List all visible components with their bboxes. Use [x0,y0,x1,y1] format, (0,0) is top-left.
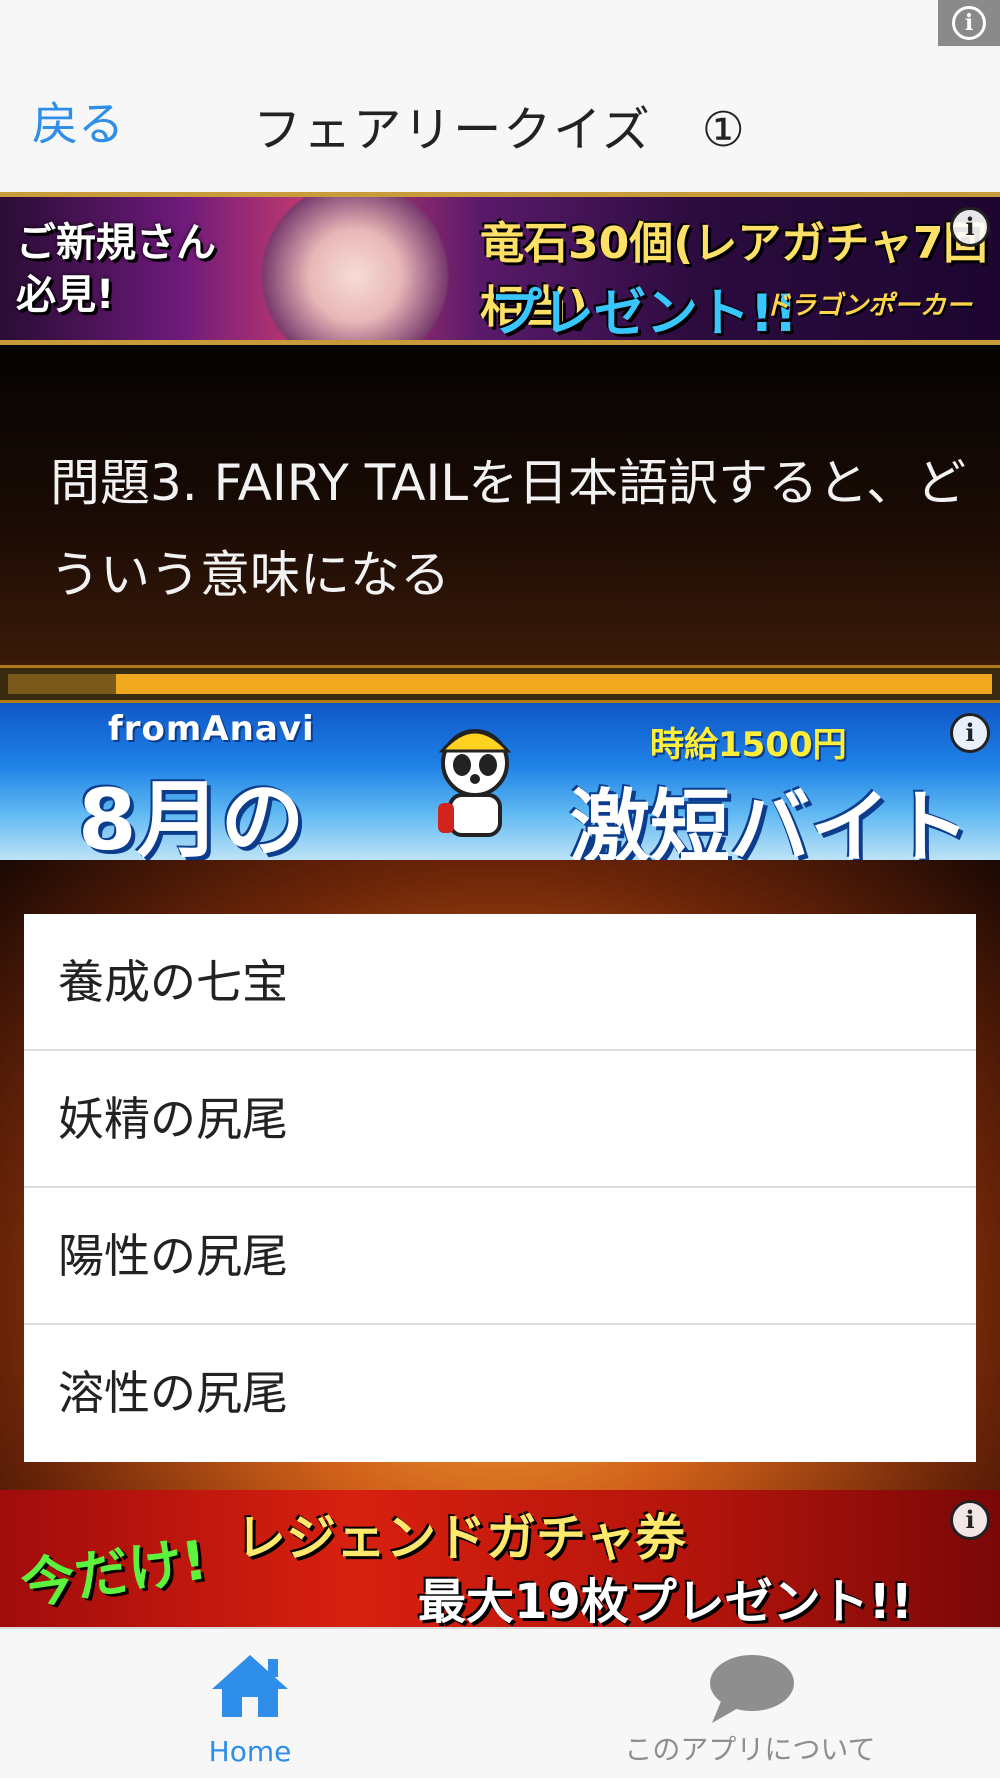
ad-bottom-title: レジェンドガチャ券 [236,1509,686,1567]
answer-option-4[interactable]: 溶性の尻尾 [24,1325,976,1462]
banner-ad-middle[interactable]: fromAnavi 8月の 時給1500円 激短バイト i [0,703,1000,860]
page-title: フェアリークイズ ① [253,102,747,158]
panda-mascot-icon [438,729,512,837]
tab-home-label: Home [208,1735,292,1768]
answer-option-3[interactable]: 陽性の尻尾 [24,1188,976,1325]
ad-character-image [250,197,460,340]
navigation-bar: 戻る フェアリークイズ ① [0,0,1000,192]
banner-ad-top[interactable]: ご新規さん必見! 竜石30個(レアガチャ7回相当) プレゼント!! ドラゴンポー… [0,192,1000,345]
speech-bubble-icon [710,1655,794,1723]
home-icon [212,1655,288,1717]
question-text: 問題3. FAIRY TAILを日本語訳すると、どういう意味になる [50,454,967,604]
ad-middle-big-left: 8月の [78,771,305,860]
ad-bottom-now: 今だけ! [17,1528,211,1617]
ad-top-left-text: ご新規さん必見! [16,220,216,318]
tab-about[interactable]: このアプリについて [500,1629,1000,1778]
answer-list: 養成の七宝 妖精の尻尾 陽性の尻尾 溶性の尻尾 [24,914,976,1462]
ad-middle-wage: 時給1500円 [650,725,847,765]
ad-bottom-sub: 最大19枚プレゼント!! [418,1574,913,1627]
ad-info-icon[interactable]: i [950,713,990,753]
ad-top-brand: ドラゴンポーカー [763,291,972,321]
answer-option-1[interactable]: 養成の七宝 [24,914,976,1051]
banner-ad-bottom[interactable]: 今だけ! レジェンドガチャ券 最大19枚プレゼント!! i [0,1490,1000,1627]
info-icon: i [952,6,986,40]
ad-info-icon[interactable]: i [950,207,990,247]
ad-info-icon[interactable]: i [950,1500,990,1540]
answer-option-2[interactable]: 妖精の尻尾 [24,1051,976,1188]
timer-bar [0,665,1000,703]
ad-middle-big-right: 激短バイト [570,781,970,860]
tab-about-label: このアプリについて [624,1733,876,1766]
tab-home[interactable]: Home [0,1629,500,1778]
ad-middle-brand: fromAnavi [108,709,315,749]
question-panel: 問題3. FAIRY TAILを日本語訳すると、どういう意味になる [0,345,1000,665]
top-info-badge[interactable]: i [938,0,1000,46]
tab-bar: Home このアプリについて [0,1627,1000,1778]
ad-top-sub-text: プレゼント!! [490,284,798,344]
timer-fill [116,674,992,694]
timer-track [8,674,992,694]
